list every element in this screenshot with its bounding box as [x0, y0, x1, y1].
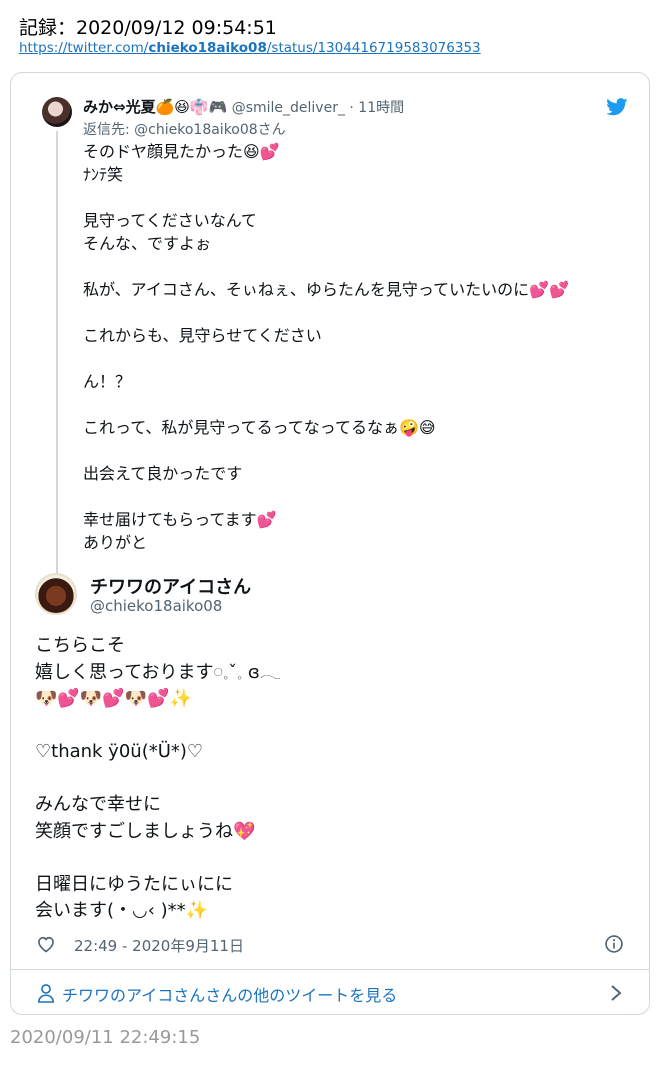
twitter-bird-icon[interactable]: [606, 98, 628, 116]
saved-timestamp: 2020/09/11 22:49:15: [10, 1027, 201, 1048]
chevron-right-icon: [611, 985, 622, 1001]
author-avatar[interactable]: [35, 573, 77, 615]
quote-handle-time[interactable]: @smile_deliver_ · 11時間: [227, 100, 404, 116]
quote-text: そのドヤ顔見たかった😆💕 ﾅﾝﾃ笑 見守ってくださいなんて そんな、ですよぉ 私…: [83, 142, 569, 552]
author-name[interactable]: チワワのアイコさん: [90, 573, 251, 599]
reply-to-label[interactable]: 返信先: @chieko18aiko08さん: [83, 119, 286, 139]
heart-outline-icon[interactable]: [36, 934, 56, 954]
url-user: chieko18aiko08: [148, 40, 267, 56]
tweet-timestamp[interactable]: 22:49 - 2020年9月11日: [74, 935, 244, 956]
thread-line: [56, 131, 58, 583]
info-icon[interactable]: [604, 934, 624, 954]
more-tweets-link[interactable]: チワワのアイコさんさんの他のツイートを見る: [37, 982, 627, 1005]
quote-author-name[interactable]: みか⇔光夏🍊😆👘🎮: [83, 98, 227, 116]
quote-header: みか⇔光夏🍊😆👘🎮 @smile_deliver_ · 11時間: [83, 96, 404, 117]
person-icon: [37, 984, 55, 1003]
url-prefix: https://twitter.com/: [19, 40, 149, 56]
footer-divider: [11, 969, 649, 970]
tweet-text: こちらこそ 嬉しく思っております𓏸𓈒ˇ𓈒 ɞ𓂃 🐶💕🐶💕🐶💕✨ ♡thank ÿ…: [35, 635, 281, 921]
embedded-tweet: みか⇔光夏🍊😆👘🎮 @smile_deliver_ · 11時間 返信先: @c…: [10, 72, 650, 1015]
more-tweets-label: チワワのアイコさんさんの他のツイートを見る: [62, 986, 398, 1005]
url-suffix: /status/1304416719583076353: [266, 40, 481, 56]
tweet-url-link[interactable]: https://twitter.com/chieko18aiko08/statu…: [19, 40, 481, 56]
quote-avatar[interactable]: [42, 97, 72, 127]
record-title: 記録：2020/09/12 09:54:51: [19, 17, 277, 39]
author-handle[interactable]: @chieko18aiko08: [90, 597, 222, 615]
